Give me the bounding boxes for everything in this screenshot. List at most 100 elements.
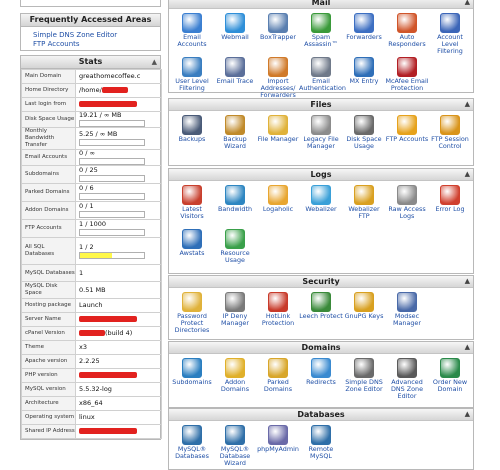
feature-simple-dns[interactable]: Simple DNS Zone Editor: [342, 358, 386, 393]
feature-mx-entry[interactable]: MX Entry: [342, 57, 386, 85]
frequent-link-ftp-accounts[interactable]: FTP Accounts: [21, 40, 160, 49]
feature-legacy-file-manager[interactable]: Legacy File Manager: [299, 115, 343, 150]
section-title: Logs: [310, 170, 332, 179]
feature-parked-domains[interactable]: Parked Domains: [256, 358, 300, 393]
stats-row: MySQL Disk Space 0.51 MB: [21, 281, 162, 299]
feature-label: Parked Domains: [263, 378, 293, 393]
order-domain-icon: [440, 358, 460, 378]
feature-mysql-databases[interactable]: MySQL® Databases: [170, 425, 214, 460]
feature-email-auth[interactable]: Email Authentication: [299, 57, 346, 92]
feature-ftp-accounts[interactable]: FTP Accounts: [385, 115, 429, 143]
hotlink-icon: [268, 292, 288, 312]
feature-resource-usage[interactable]: Resource Usage: [213, 229, 257, 264]
feature-label: Spam Assassin™: [304, 33, 338, 48]
feature-subdomains[interactable]: Subdomains: [170, 358, 214, 386]
stats-row: Architecture x86_64: [21, 396, 162, 411]
feature-logaholic[interactable]: Logaholic: [256, 185, 300, 213]
feature-gnupg[interactable]: GnuPG Keys: [342, 292, 386, 320]
feature-account-filter[interactable]: Account Level Filtering: [428, 13, 472, 55]
feature-webmail[interactable]: Webmail: [213, 13, 257, 41]
top-box: [20, 0, 161, 7]
feature-email-trace[interactable]: Email Trace: [213, 57, 257, 85]
feature-modsec[interactable]: Modsec Manager: [385, 292, 429, 327]
stats-label: Apache version: [21, 354, 76, 369]
collapse-arrow-icon[interactable]: ▲: [465, 0, 470, 8]
awstats-icon: [182, 229, 202, 249]
section-header[interactable]: Logs ▲: [169, 169, 473, 181]
feature-label: FTP Accounts: [385, 135, 429, 143]
feature-leech-protect[interactable]: Leech Protect: [299, 292, 343, 320]
stats-value-text: 19.21 / ∞ MB: [79, 111, 122, 119]
feature-forwarders[interactable]: Forwarders: [342, 13, 386, 41]
feature-password-protect[interactable]: Password Protect Directories: [170, 292, 214, 334]
section-header[interactable]: Databases ▲: [169, 409, 473, 421]
stats-value: linux: [75, 410, 162, 425]
feature-label: Legacy File Manager: [303, 135, 339, 150]
feature-backups[interactable]: Backups: [170, 115, 214, 143]
stats-label: All SQL Databases: [21, 237, 76, 265]
stats-label: Home Directory: [21, 83, 76, 98]
ip-deny-icon: [225, 292, 245, 312]
feature-addon-domains[interactable]: Addon Domains: [213, 358, 257, 393]
collapse-arrow-icon[interactable]: ▲: [465, 409, 470, 420]
feature-backup-wizard[interactable]: Backup Wizard: [213, 115, 257, 150]
feature-bandwidth[interactable]: Bandwidth: [213, 185, 257, 213]
feature-hotlink[interactable]: HotLink Protection: [256, 292, 300, 327]
stats-value: 0 / ∞: [75, 149, 162, 166]
feature-file-manager[interactable]: File Manager: [256, 115, 300, 143]
redacted-mark: [79, 101, 137, 107]
frequent-link-simple-dns[interactable]: Simple DNS Zone Editor: [21, 31, 160, 40]
collapse-arrow-icon[interactable]: ▲: [465, 169, 470, 180]
stats-value: Launch: [75, 298, 162, 313]
frequent-box: Frequently Accessed Areas Simple DNS Zon…: [20, 13, 161, 51]
feature-awstats[interactable]: Awstats: [170, 229, 214, 257]
section-header[interactable]: Domains ▲: [169, 342, 473, 354]
feature-user-filter[interactable]: User Level Filtering: [170, 57, 214, 92]
section-header[interactable]: Mail ▲: [169, 0, 473, 9]
feature-mcafee[interactable]: McAfee Email Protection: [385, 57, 429, 92]
feature-error-log[interactable]: Error Log: [428, 185, 472, 213]
stats-row: Disk Space Usage 19.21 / ∞ MB: [21, 111, 162, 128]
webalizer-ftp-icon: [354, 185, 374, 205]
bandwidth-icon: [225, 185, 245, 205]
collapse-arrow-icon[interactable]: ▲: [152, 56, 157, 68]
collapse-arrow-icon[interactable]: ▲: [465, 99, 470, 110]
feature-webalizer[interactable]: Webalizer: [299, 185, 343, 213]
feature-latest-visitors[interactable]: Latest Visitors: [170, 185, 214, 220]
stats-label: Main Domain: [21, 69, 76, 84]
webmail-icon: [225, 13, 245, 33]
section-header[interactable]: Files ▲: [169, 99, 473, 111]
stats-value: x86_64: [75, 396, 162, 411]
stats-value: 1 / 1000: [75, 219, 162, 238]
feature-ip-deny[interactable]: IP Deny Manager: [213, 292, 257, 327]
feature-email-accounts[interactable]: Email Accounts: [170, 13, 214, 48]
stats-label: MySQL Disk Space: [21, 281, 76, 299]
stats-label: Monthly Bandwidth Transfer: [21, 127, 76, 150]
feature-spam-assassin[interactable]: Spam Assassin™: [299, 13, 343, 48]
stats-value: greathomecoffee.c: [75, 69, 162, 84]
feature-mysql-wizard[interactable]: MySQL® Database Wizard: [213, 425, 257, 467]
feature-order-domain[interactable]: Order New Domain: [428, 358, 472, 393]
stats-label: FTP Accounts: [21, 219, 76, 238]
forwarders-icon: [354, 13, 374, 33]
stats-header[interactable]: Stats ▲: [21, 56, 160, 69]
stats-row: Subdomains 0 / 25: [21, 165, 162, 184]
stats-value: [75, 312, 162, 327]
collapse-arrow-icon[interactable]: ▲: [465, 276, 470, 287]
feature-auto-responders[interactable]: Auto Responders: [385, 13, 429, 48]
feature-phpmyadmin[interactable]: phpMyAdmin: [256, 425, 300, 453]
feature-disk-usage[interactable]: Disk Space Usage: [342, 115, 386, 150]
feature-redirects[interactable]: Redirects: [299, 358, 343, 386]
feature-label: MX Entry: [349, 77, 379, 85]
feature-webalizer-ftp[interactable]: Webalizer FTP: [342, 185, 386, 220]
feature-label: Email Authentication: [299, 77, 346, 92]
collapse-arrow-icon[interactable]: ▲: [465, 342, 470, 353]
feature-remote-mysql[interactable]: Remote MySQL: [299, 425, 343, 460]
feature-import[interactable]: Import Addresses/ Forwarders: [256, 57, 300, 99]
feature-boxtrapper[interactable]: BoxTrapper: [256, 13, 300, 41]
feature-raw-logs[interactable]: Raw Access Logs: [385, 185, 429, 220]
feature-advanced-dns[interactable]: Advanced DNS Zone Editor: [385, 358, 429, 400]
user-filter-icon: [182, 57, 202, 77]
feature-ftp-session[interactable]: FTP Session Control: [428, 115, 472, 150]
section-header[interactable]: Security ▲: [169, 276, 473, 288]
